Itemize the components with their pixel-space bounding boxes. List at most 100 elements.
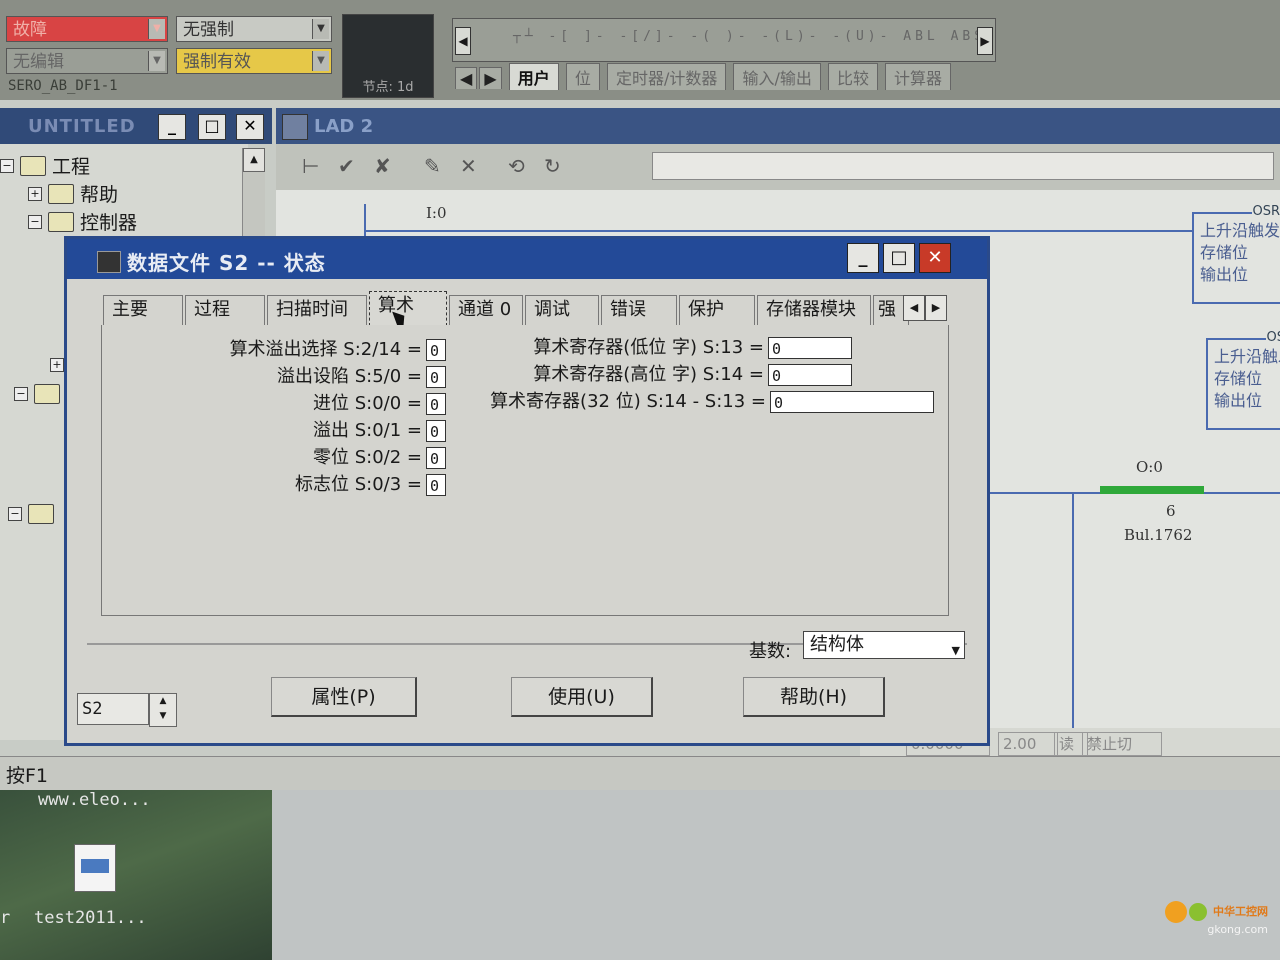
tab-channel-0[interactable]: 通道 0	[449, 295, 523, 325]
tab-main[interactable]: 主要	[103, 295, 183, 325]
chevron-down-icon[interactable]: ▼	[312, 19, 329, 39]
value-input[interactable]: 0	[768, 364, 852, 386]
tab-debug[interactable]: 调试	[525, 295, 599, 325]
instruction-glyphs[interactable]: ┬┴ -[ ]- -[/]- -( )- -(L)- -(U)- ABL ABS	[513, 29, 986, 44]
value-input[interactable]: 0	[768, 337, 852, 359]
scroll-up-icon[interactable]: ▲	[243, 148, 265, 172]
watermark: 中华工控网 gkong.com	[1165, 901, 1268, 936]
tab-scroll-right-icon[interactable]: ▶	[925, 295, 947, 321]
status-field: 2.00	[998, 732, 1058, 756]
dialog-titlebar[interactable]: 数据文件 S2 -- 状态 _ □ ✕	[67, 239, 987, 279]
scroll-right-button[interactable]: ▶	[977, 27, 993, 55]
tab-process[interactable]: 过程	[185, 295, 265, 325]
osr-block[interactable]: OSR 上升沿触发 存储位 输出位	[1192, 204, 1280, 304]
value-input[interactable]: 0	[426, 447, 446, 469]
maximize-button[interactable]: □	[883, 243, 915, 273]
tree-item-label: 工程	[52, 156, 91, 178]
desktop: www.eleo... r test2011... 中华工控网 gkong.co…	[0, 790, 1280, 960]
spin-up-icon[interactable]: ▲	[150, 694, 176, 709]
tab-memory-module[interactable]: 存储器模块	[757, 295, 871, 325]
tab-scan-time[interactable]: 扫描时间	[267, 295, 367, 325]
lad-comment-field[interactable]	[652, 152, 1274, 180]
tab-bit[interactable]: 位	[565, 63, 600, 90]
lad-toolbar: ⊢ ✔ ✘ ✎ ✕ ⟲ ↻	[276, 144, 1280, 191]
tab-compute[interactable]: 计算器	[885, 63, 952, 90]
value-input[interactable]: 0	[426, 420, 446, 442]
expand-icon[interactable]: +	[50, 358, 64, 372]
osr-header: OSR	[1252, 204, 1280, 219]
tab-io[interactable]: 输入/输出	[733, 63, 821, 90]
edit-icon[interactable]: ✎	[424, 154, 441, 178]
tree-item-folder-b[interactable]: −	[8, 504, 54, 524]
osr-line: 存储位	[1200, 243, 1249, 262]
value-input[interactable]: 0	[770, 391, 934, 413]
tree-item-help[interactable]: + 帮助	[28, 180, 118, 207]
watermark-text: 中华工控网	[1213, 905, 1268, 918]
force-status-select[interactable]: 强制有效 ▼	[176, 48, 332, 74]
collapse-icon[interactable]: −	[28, 214, 42, 229]
desktop-icon-label[interactable]: test2011...	[34, 908, 147, 928]
minimize-button[interactable]: _	[158, 114, 186, 140]
use-button[interactable]: 使用(U)	[511, 677, 653, 717]
close-button[interactable]: ✕	[919, 243, 951, 273]
project-window-titlebar[interactable]: UNTITLED _ □ ✕	[0, 108, 272, 144]
field-overflow-select: 算术溢出选择 S:2/14 = 0	[122, 335, 446, 361]
refresh-icon[interactable]: ↻	[544, 154, 561, 178]
scroll-left-button[interactable]: ◀	[455, 27, 471, 55]
output-address: O:0	[1136, 458, 1163, 476]
spin-down-icon[interactable]: ▼	[150, 709, 176, 724]
minimize-button[interactable]: _	[847, 243, 879, 273]
output-device: Bul.1762	[1124, 526, 1193, 544]
mode-select[interactable]: 故障 ▼	[6, 16, 168, 42]
tree-item-controller[interactable]: − 控制器	[28, 208, 137, 235]
chevron-down-icon[interactable]: ▼	[148, 19, 165, 39]
collapse-icon[interactable]: −	[8, 507, 22, 521]
accept-rung-icon[interactable]: ⟲	[508, 154, 525, 178]
tree-item-folder-a[interactable]: −	[14, 384, 60, 404]
tab-user[interactable]: 用户	[508, 63, 559, 90]
tab-timer-counter[interactable]: 定时器/计数器	[606, 63, 727, 90]
energized-contact[interactable]	[1100, 486, 1204, 494]
radix-value: 结构体	[810, 634, 864, 655]
value-input[interactable]: 0	[426, 393, 446, 415]
tab-nav-left[interactable]: ◀	[455, 67, 478, 89]
cancel-edit-icon[interactable]: ✕	[460, 154, 477, 178]
help-button[interactable]: 帮助(H)	[743, 677, 885, 717]
tree-item-project[interactable]: − 工程	[0, 152, 90, 179]
osr-line: 上升沿触发	[1200, 221, 1280, 240]
file-icon[interactable]	[74, 844, 116, 892]
input-address: I:0	[426, 204, 447, 222]
tab-scroll-left-icon[interactable]: ◀	[903, 295, 925, 321]
collapse-icon[interactable]: −	[14, 387, 28, 401]
tab-protection[interactable]: 保护	[679, 295, 755, 325]
tree-item-collapsed[interactable]: +	[50, 358, 64, 372]
close-button[interactable]: ✕	[236, 114, 264, 140]
force-select[interactable]: 无强制 ▼	[176, 16, 332, 42]
value-input[interactable]: 0	[426, 474, 446, 496]
driver-caption: SERO_AB_DF1-1	[8, 78, 118, 94]
verify-all-icon[interactable]: ✘	[374, 154, 391, 178]
expand-icon[interactable]: +	[28, 186, 42, 201]
radix-select[interactable]: 结构体 ▼	[803, 631, 965, 659]
lad-window-titlebar[interactable]: LAD 2	[276, 108, 1280, 144]
osr-block-2[interactable]: OSR 上升沿触发 存储位 输出位	[1206, 330, 1280, 430]
chevron-down-icon[interactable]: ▼	[148, 51, 165, 71]
verify-icon[interactable]: ✔	[338, 154, 355, 178]
tab-compare[interactable]: 比较	[827, 63, 878, 90]
tab-math[interactable]: 算术	[369, 291, 447, 326]
instruction-palette: ◀ ┬┴ -[ ]- -[/]- -( )- -(L)- -(U)- ABL A…	[452, 18, 996, 62]
maximize-button[interactable]: □	[198, 114, 226, 140]
tab-errors[interactable]: 错误	[601, 295, 677, 325]
file-number-input[interactable]: S2	[77, 693, 149, 725]
file-number-stepper[interactable]: ▲ ▼	[149, 693, 177, 727]
rung-line	[364, 230, 1194, 232]
chevron-down-icon[interactable]: ▼	[312, 51, 329, 71]
tab-nav-right[interactable]: ▶	[479, 67, 502, 89]
chevron-down-icon[interactable]: ▼	[952, 638, 960, 664]
status-field: 禁止切	[1082, 732, 1162, 756]
collapse-icon[interactable]: −	[0, 158, 14, 173]
edit-select[interactable]: 无编辑 ▼	[6, 48, 168, 74]
rung-insert-icon[interactable]: ⊢	[302, 154, 319, 178]
lad-window-title: LAD 2	[314, 116, 374, 137]
properties-button[interactable]: 属性(P)	[271, 677, 417, 717]
